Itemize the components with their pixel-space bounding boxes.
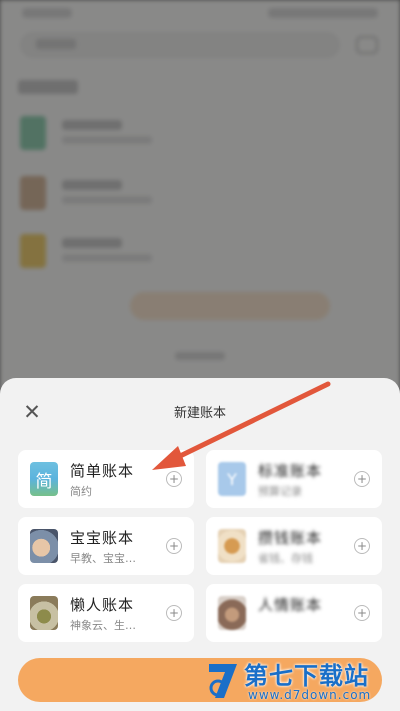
gift-ledger-thumbnail	[218, 596, 246, 630]
template-name: 简单账本	[70, 462, 135, 480]
close-icon[interactable]: ✕	[20, 400, 44, 424]
sheet-title: 新建账本	[173, 406, 226, 421]
template-desc: 神象云、生…	[70, 619, 136, 632]
template-card-gift[interactable]: 人情账本 +	[206, 584, 382, 642]
template-name: 懒人账本	[70, 596, 135, 614]
standard-ledger-thumbnail: Y	[218, 462, 246, 496]
watermark: 第七下载站 www.d7down.com	[206, 656, 396, 706]
template-name: 标准账本	[258, 462, 323, 480]
template-card-standard[interactable]: Y 标准账本 预算记录 +	[206, 450, 382, 508]
add-icon[interactable]: +	[354, 471, 370, 487]
template-card-baby[interactable]: 宝宝账本 早教、宝宝… +	[18, 517, 194, 575]
template-desc: 简约	[70, 485, 92, 498]
template-name: 人情账本	[258, 596, 323, 614]
template-card-saving[interactable]: 攒钱账本 省钱、存钱 +	[206, 517, 382, 575]
watermark-logo-icon	[209, 664, 237, 698]
watermark-title: 第七下载站	[244, 662, 369, 690]
template-desc: 预算记录	[258, 485, 302, 498]
template-desc: 省钱、存钱	[258, 552, 313, 565]
template-card-lazy[interactable]: 懒人账本 神象云、生… +	[18, 584, 194, 642]
dim-overlay[interactable]	[0, 0, 400, 400]
add-icon[interactable]: +	[354, 605, 370, 621]
template-name: 宝宝账本	[70, 529, 135, 547]
saving-ledger-thumbnail	[218, 529, 246, 563]
template-card-simple[interactable]: 简 简单账本 简约 +	[18, 450, 194, 508]
add-icon[interactable]: +	[354, 538, 370, 554]
template-desc: 早教、宝宝…	[70, 552, 136, 565]
template-name: 攒钱账本	[258, 529, 323, 547]
watermark-url: www.d7down.com	[248, 688, 372, 702]
add-icon[interactable]: +	[166, 538, 182, 554]
add-icon[interactable]: +	[166, 605, 182, 621]
baby-ledger-thumbnail	[30, 529, 58, 563]
lazy-ledger-thumbnail	[30, 596, 58, 630]
add-icon[interactable]: +	[166, 471, 182, 487]
simple-ledger-thumbnail: 简	[30, 462, 58, 496]
